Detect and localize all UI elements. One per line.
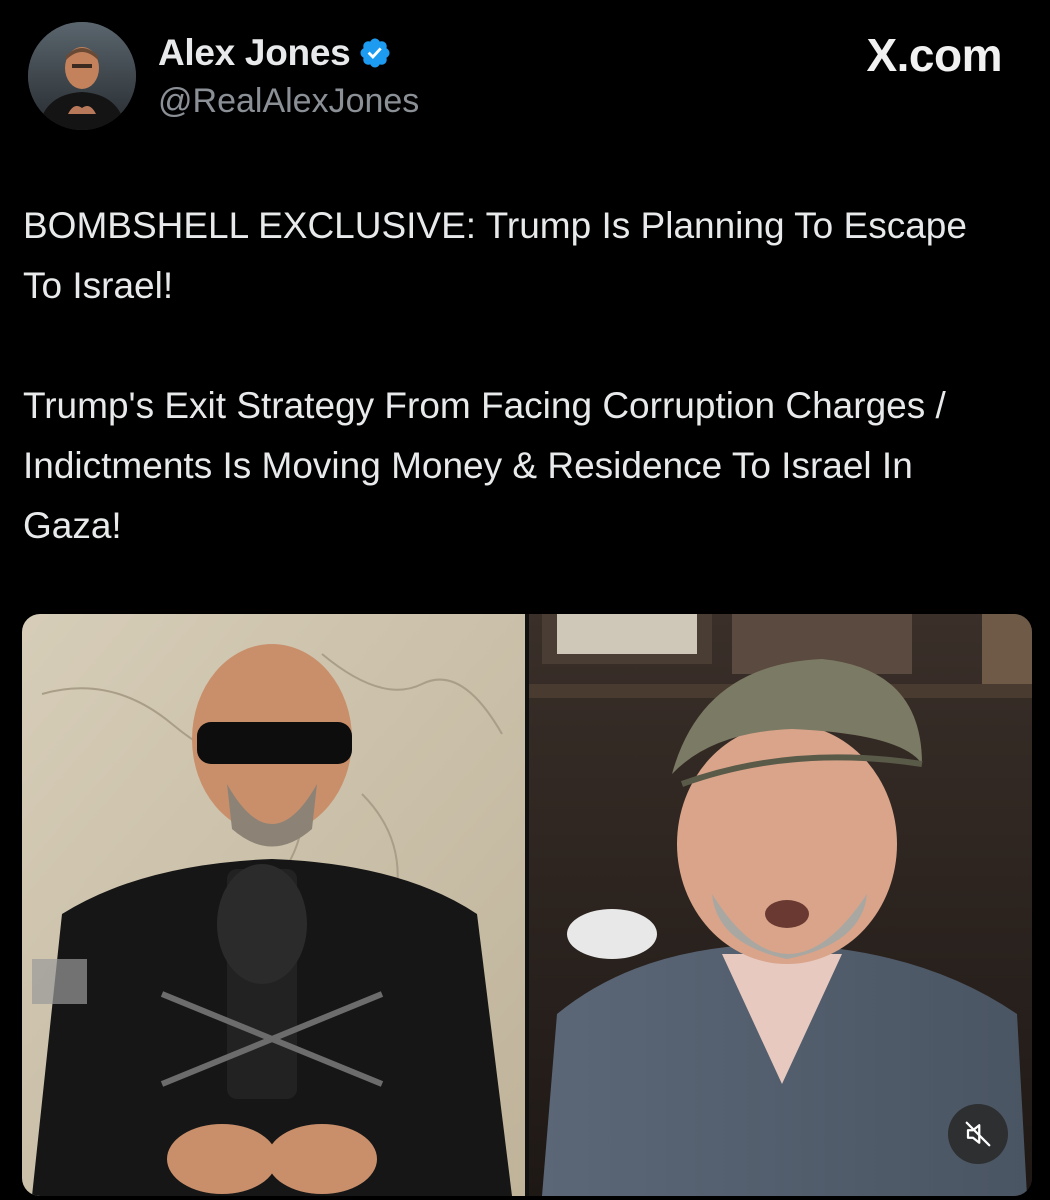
video-frame	[22, 614, 1032, 1196]
author-avatar[interactable]	[28, 22, 136, 130]
video-player[interactable]	[22, 614, 1032, 1196]
post-text: BOMBSHELL EXCLUSIVE: Trump Is Planning T…	[23, 196, 1013, 556]
mute-button[interactable]	[948, 1104, 1008, 1164]
post-header: Alex Jones @RealAlexJones X.com	[0, 0, 1050, 160]
profile-avatar-icon	[28, 22, 136, 130]
author-name-row: Alex Jones	[158, 30, 392, 76]
speaker-muted-icon	[963, 1119, 993, 1149]
author-display-name[interactable]: Alex Jones	[158, 32, 351, 74]
author-handle[interactable]: @RealAlexJones	[158, 82, 419, 121]
post-paragraph: Trump's Exit Strategy From Facing Corrup…	[23, 385, 946, 546]
brand-label: X.com	[866, 29, 1002, 81]
verified-badge-icon	[358, 36, 392, 70]
post-paragraph: BOMBSHELL EXCLUSIVE: Trump Is Planning T…	[23, 205, 967, 306]
